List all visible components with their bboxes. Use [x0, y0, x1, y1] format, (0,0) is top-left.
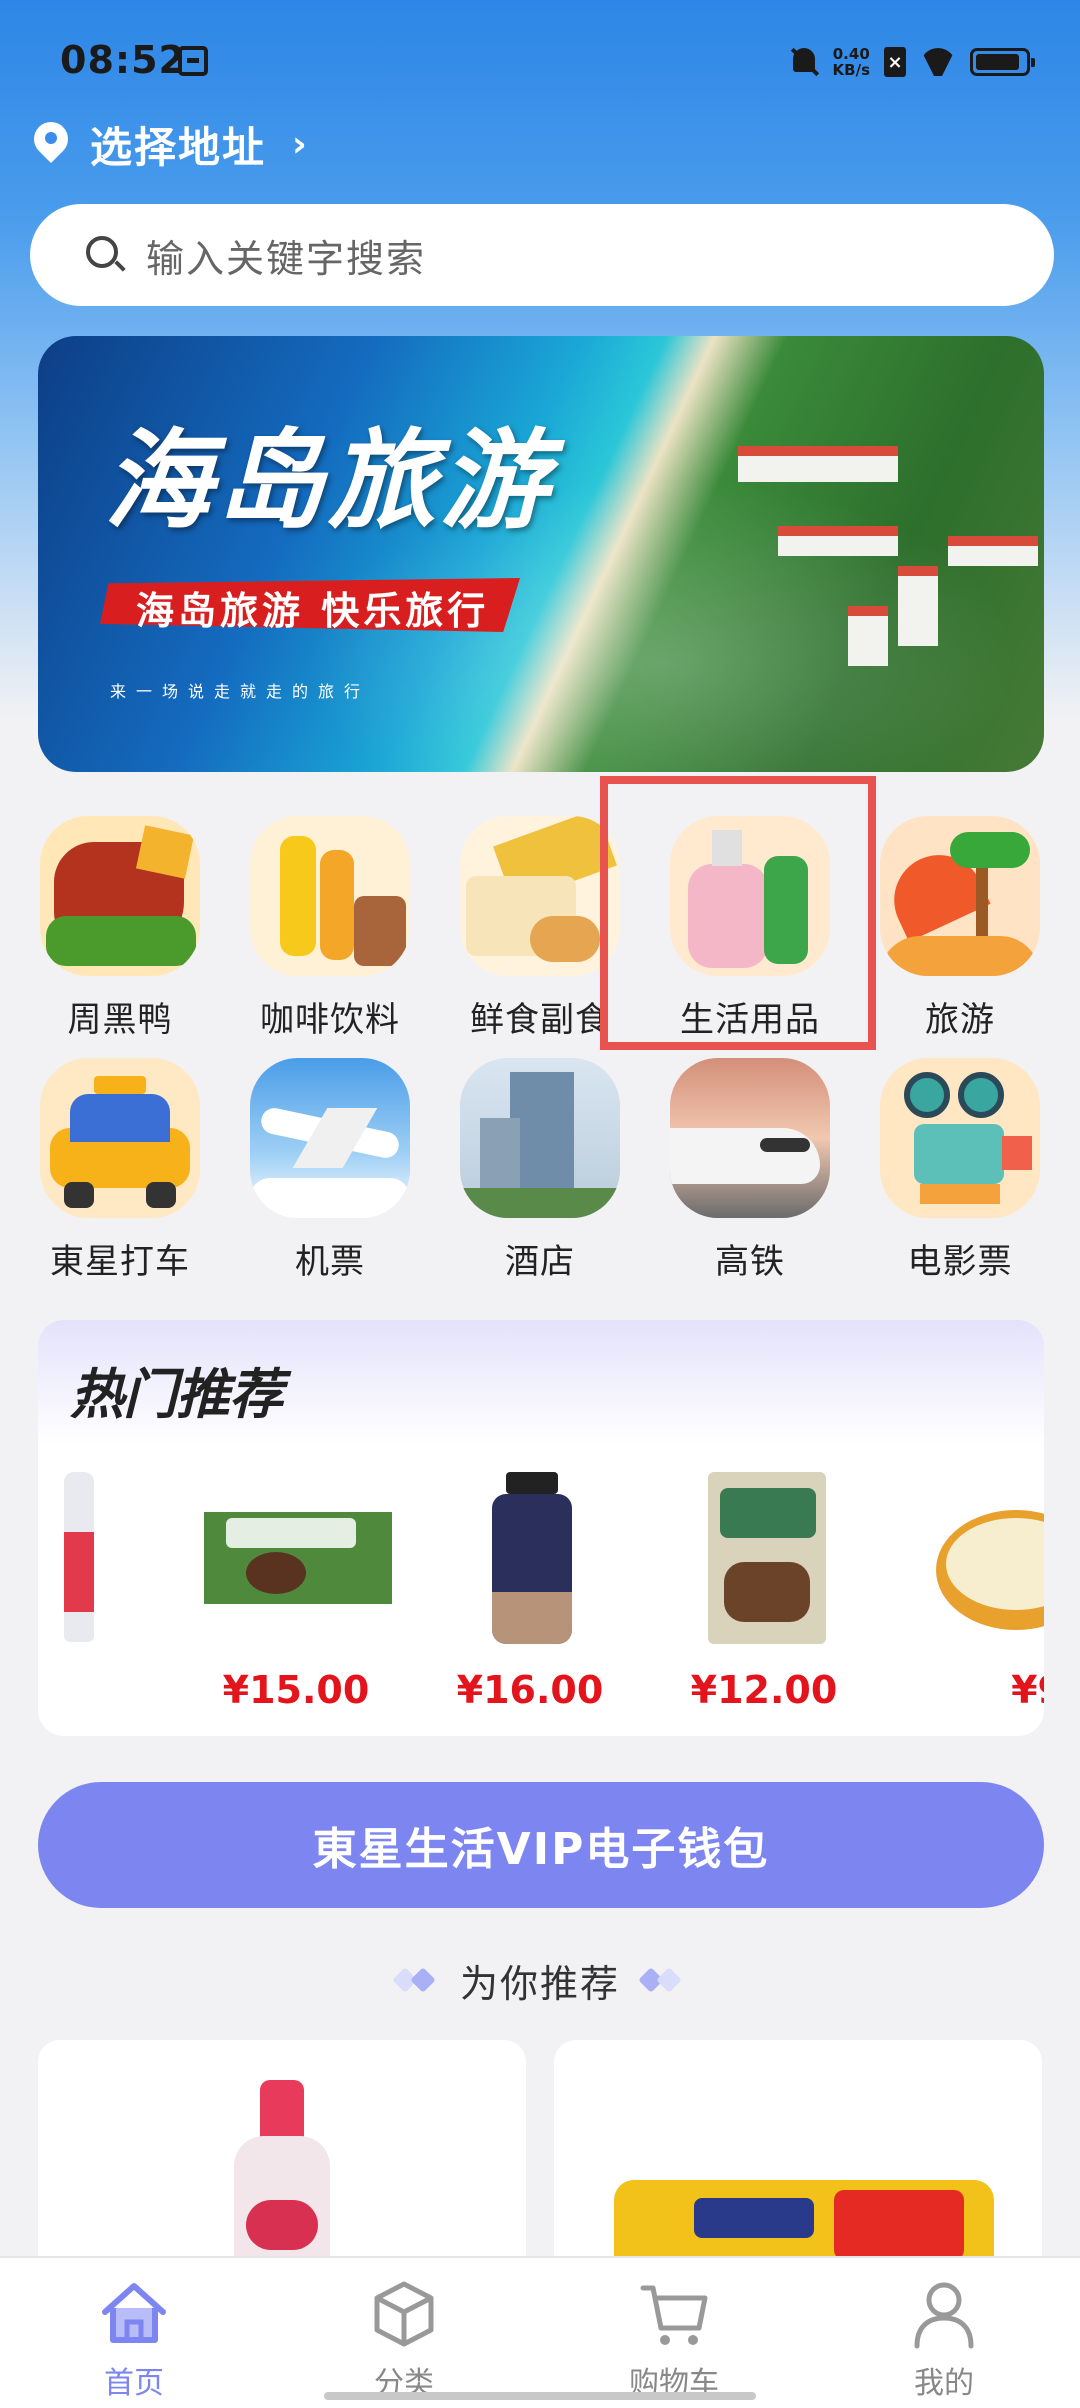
category-label: 酒店 — [505, 1242, 575, 1282]
tab-home[interactable]: 首页 — [64, 2276, 204, 2402]
hot-item-price: ¥16.00 — [456, 1668, 604, 1712]
status-bar: 08:52 0.40 KB/s × — [0, 0, 1080, 120]
category-label: 电影票 — [907, 1242, 1013, 1282]
for-you-header: 为你推荐 — [0, 1950, 1080, 2010]
duck-neck-icon — [40, 816, 200, 976]
hot-recommend-section: 热门推荐 80 ¥15.00 ¥16.00 ¥12.00 — [38, 1320, 1044, 1736]
for-you-label: 为你推荐 — [459, 1961, 620, 2006]
category-item[interactable]: 咖啡饮料 — [230, 816, 430, 1041]
cart-icon — [637, 2276, 711, 2350]
profile-icon — [907, 2276, 981, 2350]
category-item[interactable]: 旅游 — [860, 816, 1060, 1041]
drinks-icon — [250, 816, 410, 976]
chevron-right-icon: › — [292, 123, 307, 165]
hot-item-price: ¥15.00 — [222, 1668, 370, 1712]
hot-item[interactable]: ¥12.00 — [664, 1472, 864, 1712]
category-label: 東星打车 — [50, 1242, 190, 1282]
status-icons: 0.40 KB/s × — [789, 40, 1035, 84]
dumplings-bowl-icon — [898, 1472, 1044, 1642]
category-item[interactable]: 酒店 — [440, 1058, 640, 1283]
soda-bottle-icon — [38, 1472, 142, 1642]
hot-item-price: ¥9.9 — [1011, 1668, 1044, 1712]
airplane-icon — [250, 1058, 410, 1218]
tab-profile[interactable]: 我的 — [874, 2276, 1014, 2402]
no-sim-icon: × — [884, 47, 906, 77]
resort-buildings-image — [738, 416, 1038, 676]
wifi-icon — [920, 48, 956, 76]
category-item[interactable]: 机票 — [230, 1058, 430, 1283]
vip-wallet-button[interactable]: 東星生活VIP电子钱包 — [38, 1782, 1044, 1908]
status-time: 08:52 — [60, 38, 186, 82]
chocolate-chip-box-icon — [664, 1472, 864, 1644]
bottom-tab-bar: 首页 分类 购物车 我的 — [0, 2256, 1080, 2408]
network-speed-unit: KB/s — [832, 61, 870, 79]
home-icon — [97, 2276, 171, 2350]
category-box-icon — [367, 2276, 441, 2350]
category-item[interactable]: 电影票 — [860, 1058, 1060, 1283]
movie-projector-icon — [880, 1058, 1040, 1218]
banner-title: 海岛旅游 — [104, 418, 553, 544]
category-item[interactable]: 東星打车 — [20, 1058, 220, 1283]
location-pin-icon — [26, 114, 76, 166]
tab-cart[interactable]: 购物车 — [604, 2276, 744, 2402]
search-icon — [86, 236, 126, 274]
banner-tagline: 来一场说走就走的旅行 — [110, 682, 371, 701]
hot-item-price: ¥12.00 — [690, 1668, 838, 1712]
hot-item-price: 80 — [38, 1668, 182, 1712]
mute-bell-icon — [789, 46, 819, 78]
tab-label: 首页 — [104, 2366, 164, 2401]
train-icon — [670, 1058, 830, 1218]
battery-icon — [970, 48, 1035, 76]
coffee-bottle-icon — [430, 1472, 630, 1644]
hot-item[interactable]: ¥9.9 — [898, 1472, 1044, 1712]
search-input[interactable]: 输入关键字搜索 — [146, 228, 426, 283]
beach-umbrella-icon — [880, 816, 1040, 976]
battery-level — [976, 54, 1020, 70]
diamond-decor-icon — [392, 1965, 442, 1995]
network-speed: 0.40 KB/s — [833, 46, 870, 78]
location-label: 选择地址 — [90, 122, 267, 172]
highlight-box — [600, 776, 876, 1050]
taxi-icon — [40, 1058, 200, 1218]
category-item[interactable]: 高铁 — [650, 1058, 850, 1283]
location-selector[interactable]: 选择地址 › — [26, 114, 307, 172]
tab-category[interactable]: 分类 — [334, 2276, 474, 2402]
category-label: 高铁 — [715, 1242, 785, 1282]
category-label: 周黑鸭 — [67, 1000, 173, 1040]
diamond-decor-icon — [638, 1965, 688, 1995]
category-label: 机票 — [295, 1242, 365, 1282]
tab-label: 我的 — [914, 2366, 974, 2401]
search-bar[interactable]: 输入关键字搜索 — [30, 204, 1054, 306]
choco-pie-box-icon — [196, 1472, 396, 1642]
hotel-icon — [460, 1058, 620, 1218]
hot-title: 热门推荐 — [70, 1363, 283, 1426]
hot-item[interactable]: 80 — [38, 1472, 142, 1712]
category-label: 旅游 — [925, 1000, 995, 1040]
home-indicator — [324, 2392, 756, 2400]
hot-item[interactable]: ¥15.00 — [196, 1472, 396, 1712]
notification-app-icon — [178, 46, 208, 76]
category-item[interactable]: 周黑鸭 — [20, 816, 220, 1041]
category-label: 咖啡饮料 — [260, 1000, 400, 1040]
snack-food-icon — [460, 816, 620, 976]
promo-banner[interactable]: 海岛旅游 海岛旅游 快乐旅行 来一场说走就走的旅行 — [38, 336, 1044, 772]
banner-subtitle: 海岛旅游 快乐旅行 — [136, 589, 490, 633]
hot-item[interactable]: ¥16.00 — [430, 1472, 630, 1712]
network-speed-value: 0.40 — [832, 45, 870, 63]
